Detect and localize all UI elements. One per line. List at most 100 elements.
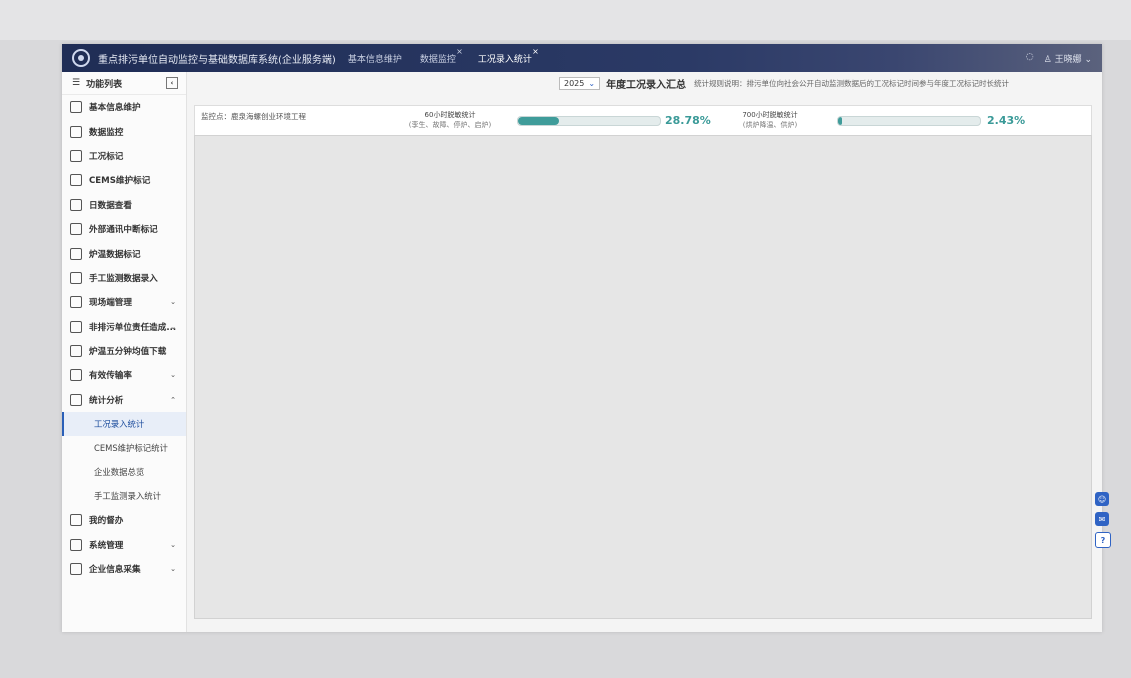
tab-label: 工况录入统计 [477,54,532,65]
tool-icon [70,174,82,187]
form-icon [70,101,82,114]
rule-description: 统计规则说明：排污单位向社会公开自动监测数据后的工况标记时间参与年度工况标记时长… [694,78,1010,88]
collapse-sidebar-icon[interactable]: ‹ [166,77,178,89]
collect-icon [70,563,82,576]
floating-buttons: ☺ ✉ ? [1095,492,1111,548]
app-title: 重点排污单位自动监控与基础数据库系统(企业服务端) [98,54,336,66]
sidebar-item-label: 数据监控 [89,127,124,138]
sidebar-subitem-cems-stats[interactable]: CEMS维护标记统计 [62,436,186,460]
sidebar: ☰ 功能列表 ‹ 基本信息维护 数据监控 工况标记 CEMS维护标记 日数据查看… [62,72,187,632]
bell-icon[interactable]: ◌ [1026,52,1034,65]
sidebar-item-manual-entry[interactable]: 手工监测数据录入 [62,266,186,290]
user-icon: ♙ [1043,55,1052,65]
sidebar-item-label: 有效传输率 [89,371,132,382]
thermometer-icon [70,247,82,260]
tab-workcondition-stats[interactable]: 工况录入统计 × [477,47,539,65]
sidebar-item-label: 外部通讯中断标记 [89,225,158,236]
app-logo-icon [72,49,90,67]
chat-icon[interactable]: ✉ [1095,512,1109,526]
sidebar-item-stats-analysis[interactable]: 统计分析 ⌃ [62,388,186,412]
tool-icon [70,320,82,333]
tab-label: 数据监控 [419,54,456,65]
calendar-icon [70,198,82,211]
monitor-point: 监控点：鹿泉海螺创业环境工程 [201,112,306,121]
stat1-percent: 28.78% [665,114,711,127]
sidebar-item-my-supervision[interactable]: 我的督办 [62,508,186,532]
search-doc-icon [70,393,82,406]
chevron-down-icon: ⌄ [170,540,176,549]
sidebar-item-label: 统计分析 [89,395,124,406]
sidebar-item-label: 炉温数据标记 [89,249,141,260]
chevron-down-icon: ⌄ [170,565,176,574]
stat1-label: 60小时脱敏统计 [424,111,476,119]
menu-icon: ☰ [72,78,81,88]
help-icon[interactable]: ? [1095,532,1111,548]
sidebar-item-workcondition-mark[interactable]: 工况标记 [62,144,186,168]
site-icon [70,296,82,309]
sidebar-header: ☰ 功能列表 ‹ [62,72,186,95]
sidebar-item-furnace-download[interactable]: 炉温五分钟均值下载 [62,339,186,363]
user-menu[interactable]: ♙ 王晓娜 ⌄ [1044,52,1092,65]
sidebar-item-transmission-rate[interactable]: 有效传输率 ⌄ [62,363,186,387]
stat2-progress-fill [838,117,843,125]
sidebar-item-label: 非排污单位责任造成... [89,322,177,333]
sidebar-item-enterprise-collect[interactable]: 企业信息采集 ⌄ [62,557,186,581]
chart-area [194,135,1092,619]
stat1-label-group: 60小时脱敏统计 (孪生、故障、停炉、启炉) [395,110,505,130]
chevron-up-icon: ⌃ [170,395,176,404]
sidebar-item-basic-info[interactable]: 基本信息维护 [62,95,186,119]
summary-title: 年度工况录入汇总 [606,79,687,91]
stats-row: 监控点：鹿泉海螺创业环境工程 60小时脱敏统计 (孪生、故障、停炉、启炉) 28… [194,105,1092,137]
sidebar-item-label: 系统管理 [89,540,124,551]
task-icon [70,514,82,527]
title-right-tools: ◌ ♙ 王晓娜 ⌄ [1026,52,1092,65]
stat2-sub: (烘炉降温、供炉) [742,121,798,129]
robot-assistant-icon[interactable]: ☺ [1095,492,1109,506]
sidebar-item-data-monitor[interactable]: 数据监控 [62,119,186,143]
stat2-label: 700小时脱敏统计 [742,111,798,119]
sidebar-item-label: 现场端管理 [89,298,132,309]
sidebar-item-label: 基本信息维护 [89,103,141,114]
sidebar-item-system-mgmt[interactable]: 系统管理 ⌄ [62,532,186,556]
close-icon[interactable]: × [456,47,463,56]
stat2-progress-bar [837,116,981,126]
chevron-down-icon: ⌄ [170,298,176,307]
chevron-down-icon: ⌄ [170,371,176,380]
settings-icon [70,538,82,551]
sidebar-item-label: 日数据查看 [89,200,132,211]
sidebar-item-label: 我的督办 [89,516,124,527]
tab-data-monitor[interactable]: 数据监控 × [419,47,463,65]
sidebar-item-site-mgmt[interactable]: 现场端管理 ⌄ [62,290,186,314]
sidebar-item-label: 企业信息采集 [89,565,141,576]
sidebar-item-non-responsible[interactable]: 非排污单位责任造成... ⌄ [62,315,186,339]
sidebar-subitem-workcondition-stats[interactable]: 工况录入统计 [62,412,186,437]
stat2-percent: 2.43% [987,114,1026,127]
stat1-progress-fill [518,117,559,125]
sidebar-title: 功能列表 [86,79,123,90]
sidebar-item-label: 工况标记 [89,151,124,162]
close-icon[interactable]: × [532,47,539,56]
user-name: 王晓娜 [1054,55,1082,65]
download-icon [70,345,82,358]
sidebar-item-furnace-temp[interactable]: 炉温数据标记 [62,241,186,265]
filter-bar: 2025 ⌄ 年度工况录入汇总 统计规则说明：排污单位向社会公开自动监测数据后的… [186,72,1102,94]
sidebar-subitem-enterprise-overview[interactable]: 企业数据总览 [62,460,186,484]
tab-label: 基本信息维护 [347,54,402,65]
app-window: 重点排污单位自动监控与基础数据库系统(企业服务端) 基本信息维护 数据监控 × … [62,44,1102,632]
sidebar-subitem-manual-stats[interactable]: 手工监测录入统计 [62,484,186,508]
tab-basic-info[interactable]: 基本信息维护 [348,52,402,65]
sidebar-item-daily-data[interactable]: 日数据查看 [62,193,186,217]
year-select[interactable]: 2025 ⌄ [559,76,601,90]
sidebar-item-comm-interrupt[interactable]: 外部通讯中断标记 [62,217,186,241]
sidebar-item-cems-mark[interactable]: CEMS维护标记 [62,168,186,192]
grid-icon [70,369,82,382]
chevron-down-icon: ⌄ [1084,55,1092,65]
title-bar: 重点排污单位自动监控与基础数据库系统(企业服务端) 基本信息维护 数据监控 × … [62,44,1102,72]
chevron-down-icon: ⌄ [588,78,596,88]
photo-background [0,0,1131,40]
stat1-progress-bar [517,116,661,126]
monitor-icon [70,125,82,138]
search-doc-icon [70,149,82,162]
stat1-sub: (孪生、故障、停炉、启炉) [408,121,492,129]
signal-icon [70,223,82,236]
